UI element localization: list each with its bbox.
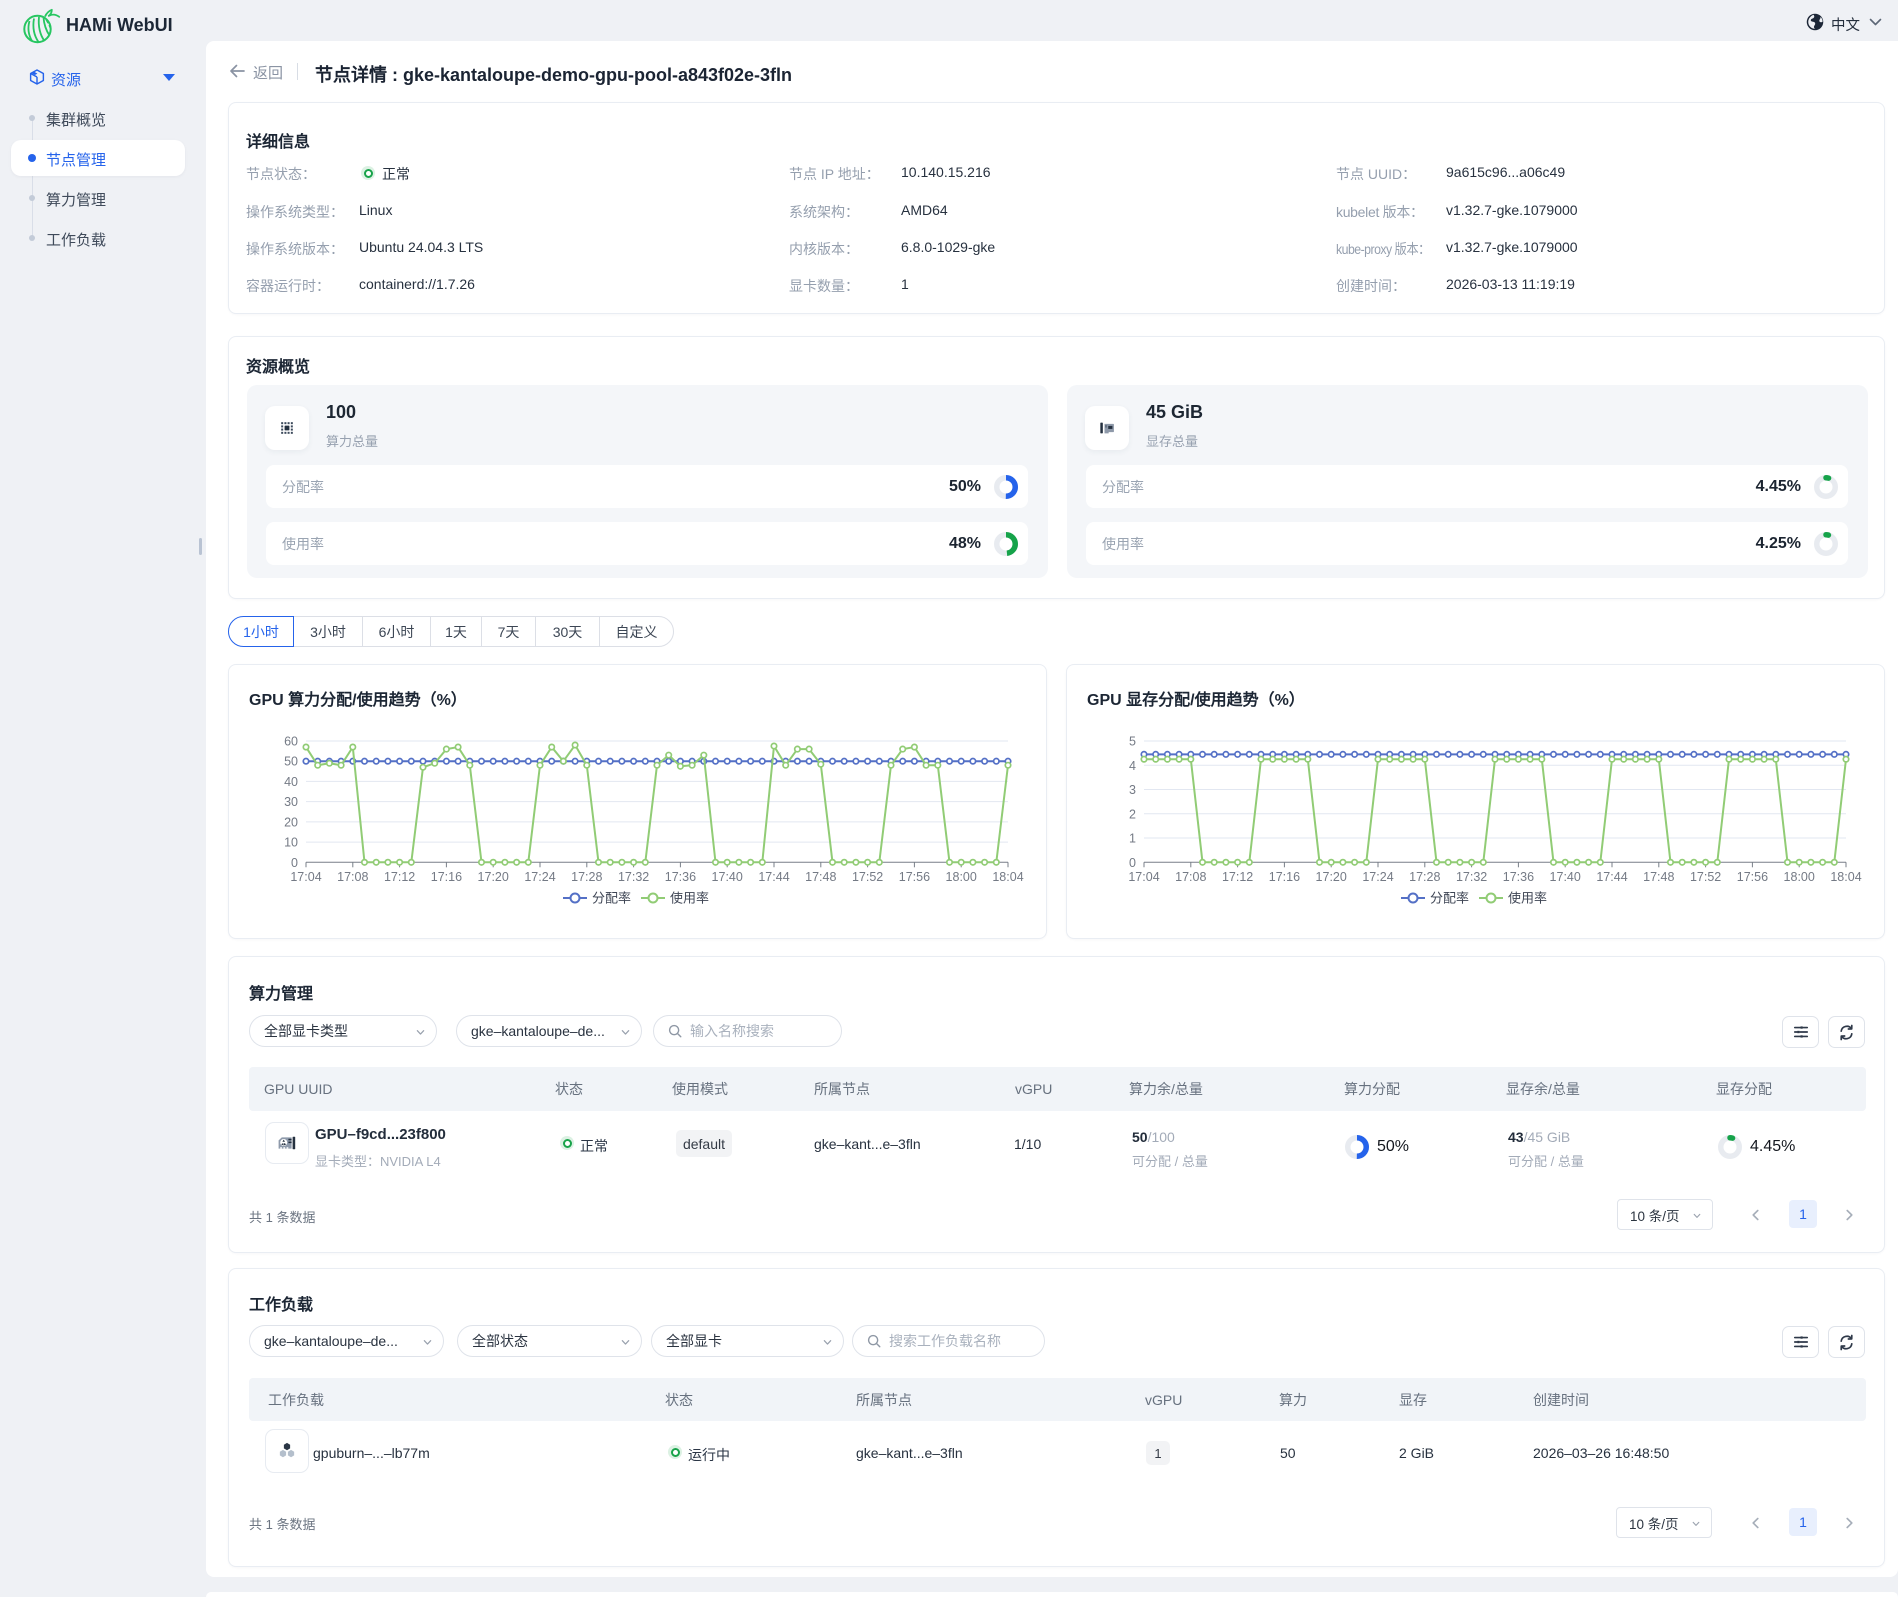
svg-text:17:24: 17:24 <box>524 870 555 884</box>
svg-text:17:48: 17:48 <box>805 870 836 884</box>
svg-text:17:04: 17:04 <box>290 870 321 884</box>
svg-text:17:16: 17:16 <box>1269 870 1300 884</box>
svg-text:17:44: 17:44 <box>1596 870 1627 884</box>
svg-text:17:44: 17:44 <box>758 870 789 884</box>
svg-text:17:36: 17:36 <box>665 870 696 884</box>
svg-text:17:20: 17:20 <box>1316 870 1347 884</box>
svg-text:18:04: 18:04 <box>1830 870 1861 884</box>
svg-text:17:36: 17:36 <box>1503 870 1534 884</box>
svg-text:2: 2 <box>1129 807 1136 821</box>
svg-text:5: 5 <box>1129 735 1136 749</box>
svg-text:30: 30 <box>284 795 298 809</box>
svg-text:17:52: 17:52 <box>852 870 883 884</box>
svg-text:3: 3 <box>1129 783 1136 797</box>
svg-text:使用率: 使用率 <box>1508 891 1547 906</box>
svg-text:17:56: 17:56 <box>1737 870 1768 884</box>
svg-text:17:48: 17:48 <box>1643 870 1674 884</box>
svg-text:17:40: 17:40 <box>712 870 743 884</box>
svg-text:分配率: 分配率 <box>592 891 631 906</box>
svg-text:17:56: 17:56 <box>899 870 930 884</box>
svg-text:18:00: 18:00 <box>1784 870 1815 884</box>
svg-text:17:52: 17:52 <box>1690 870 1721 884</box>
svg-text:40: 40 <box>284 775 298 789</box>
svg-text:18:00: 18:00 <box>946 870 977 884</box>
svg-text:60: 60 <box>284 735 298 749</box>
svg-text:17:32: 17:32 <box>618 870 649 884</box>
svg-text:1: 1 <box>1129 832 1136 846</box>
svg-text:分配率: 分配率 <box>1430 891 1469 906</box>
svg-text:17:40: 17:40 <box>1550 870 1581 884</box>
svg-text:0: 0 <box>291 856 298 870</box>
svg-text:4: 4 <box>1129 759 1136 773</box>
svg-text:17:28: 17:28 <box>1409 870 1440 884</box>
svg-text:17:28: 17:28 <box>571 870 602 884</box>
svg-text:使用率: 使用率 <box>670 891 709 906</box>
svg-text:17:04: 17:04 <box>1128 870 1159 884</box>
svg-text:17:24: 17:24 <box>1362 870 1393 884</box>
svg-text:20: 20 <box>284 815 298 829</box>
svg-text:17:12: 17:12 <box>384 870 415 884</box>
svg-text:50: 50 <box>284 755 298 769</box>
svg-text:17:16: 17:16 <box>431 870 462 884</box>
svg-text:10: 10 <box>284 836 298 850</box>
svg-text:17:20: 17:20 <box>478 870 509 884</box>
svg-text:18:04: 18:04 <box>992 870 1023 884</box>
svg-text:0: 0 <box>1129 856 1136 870</box>
svg-text:17:12: 17:12 <box>1222 870 1253 884</box>
svg-text:17:08: 17:08 <box>337 870 368 884</box>
svg-text:17:08: 17:08 <box>1175 870 1206 884</box>
svg-text:17:32: 17:32 <box>1456 870 1487 884</box>
